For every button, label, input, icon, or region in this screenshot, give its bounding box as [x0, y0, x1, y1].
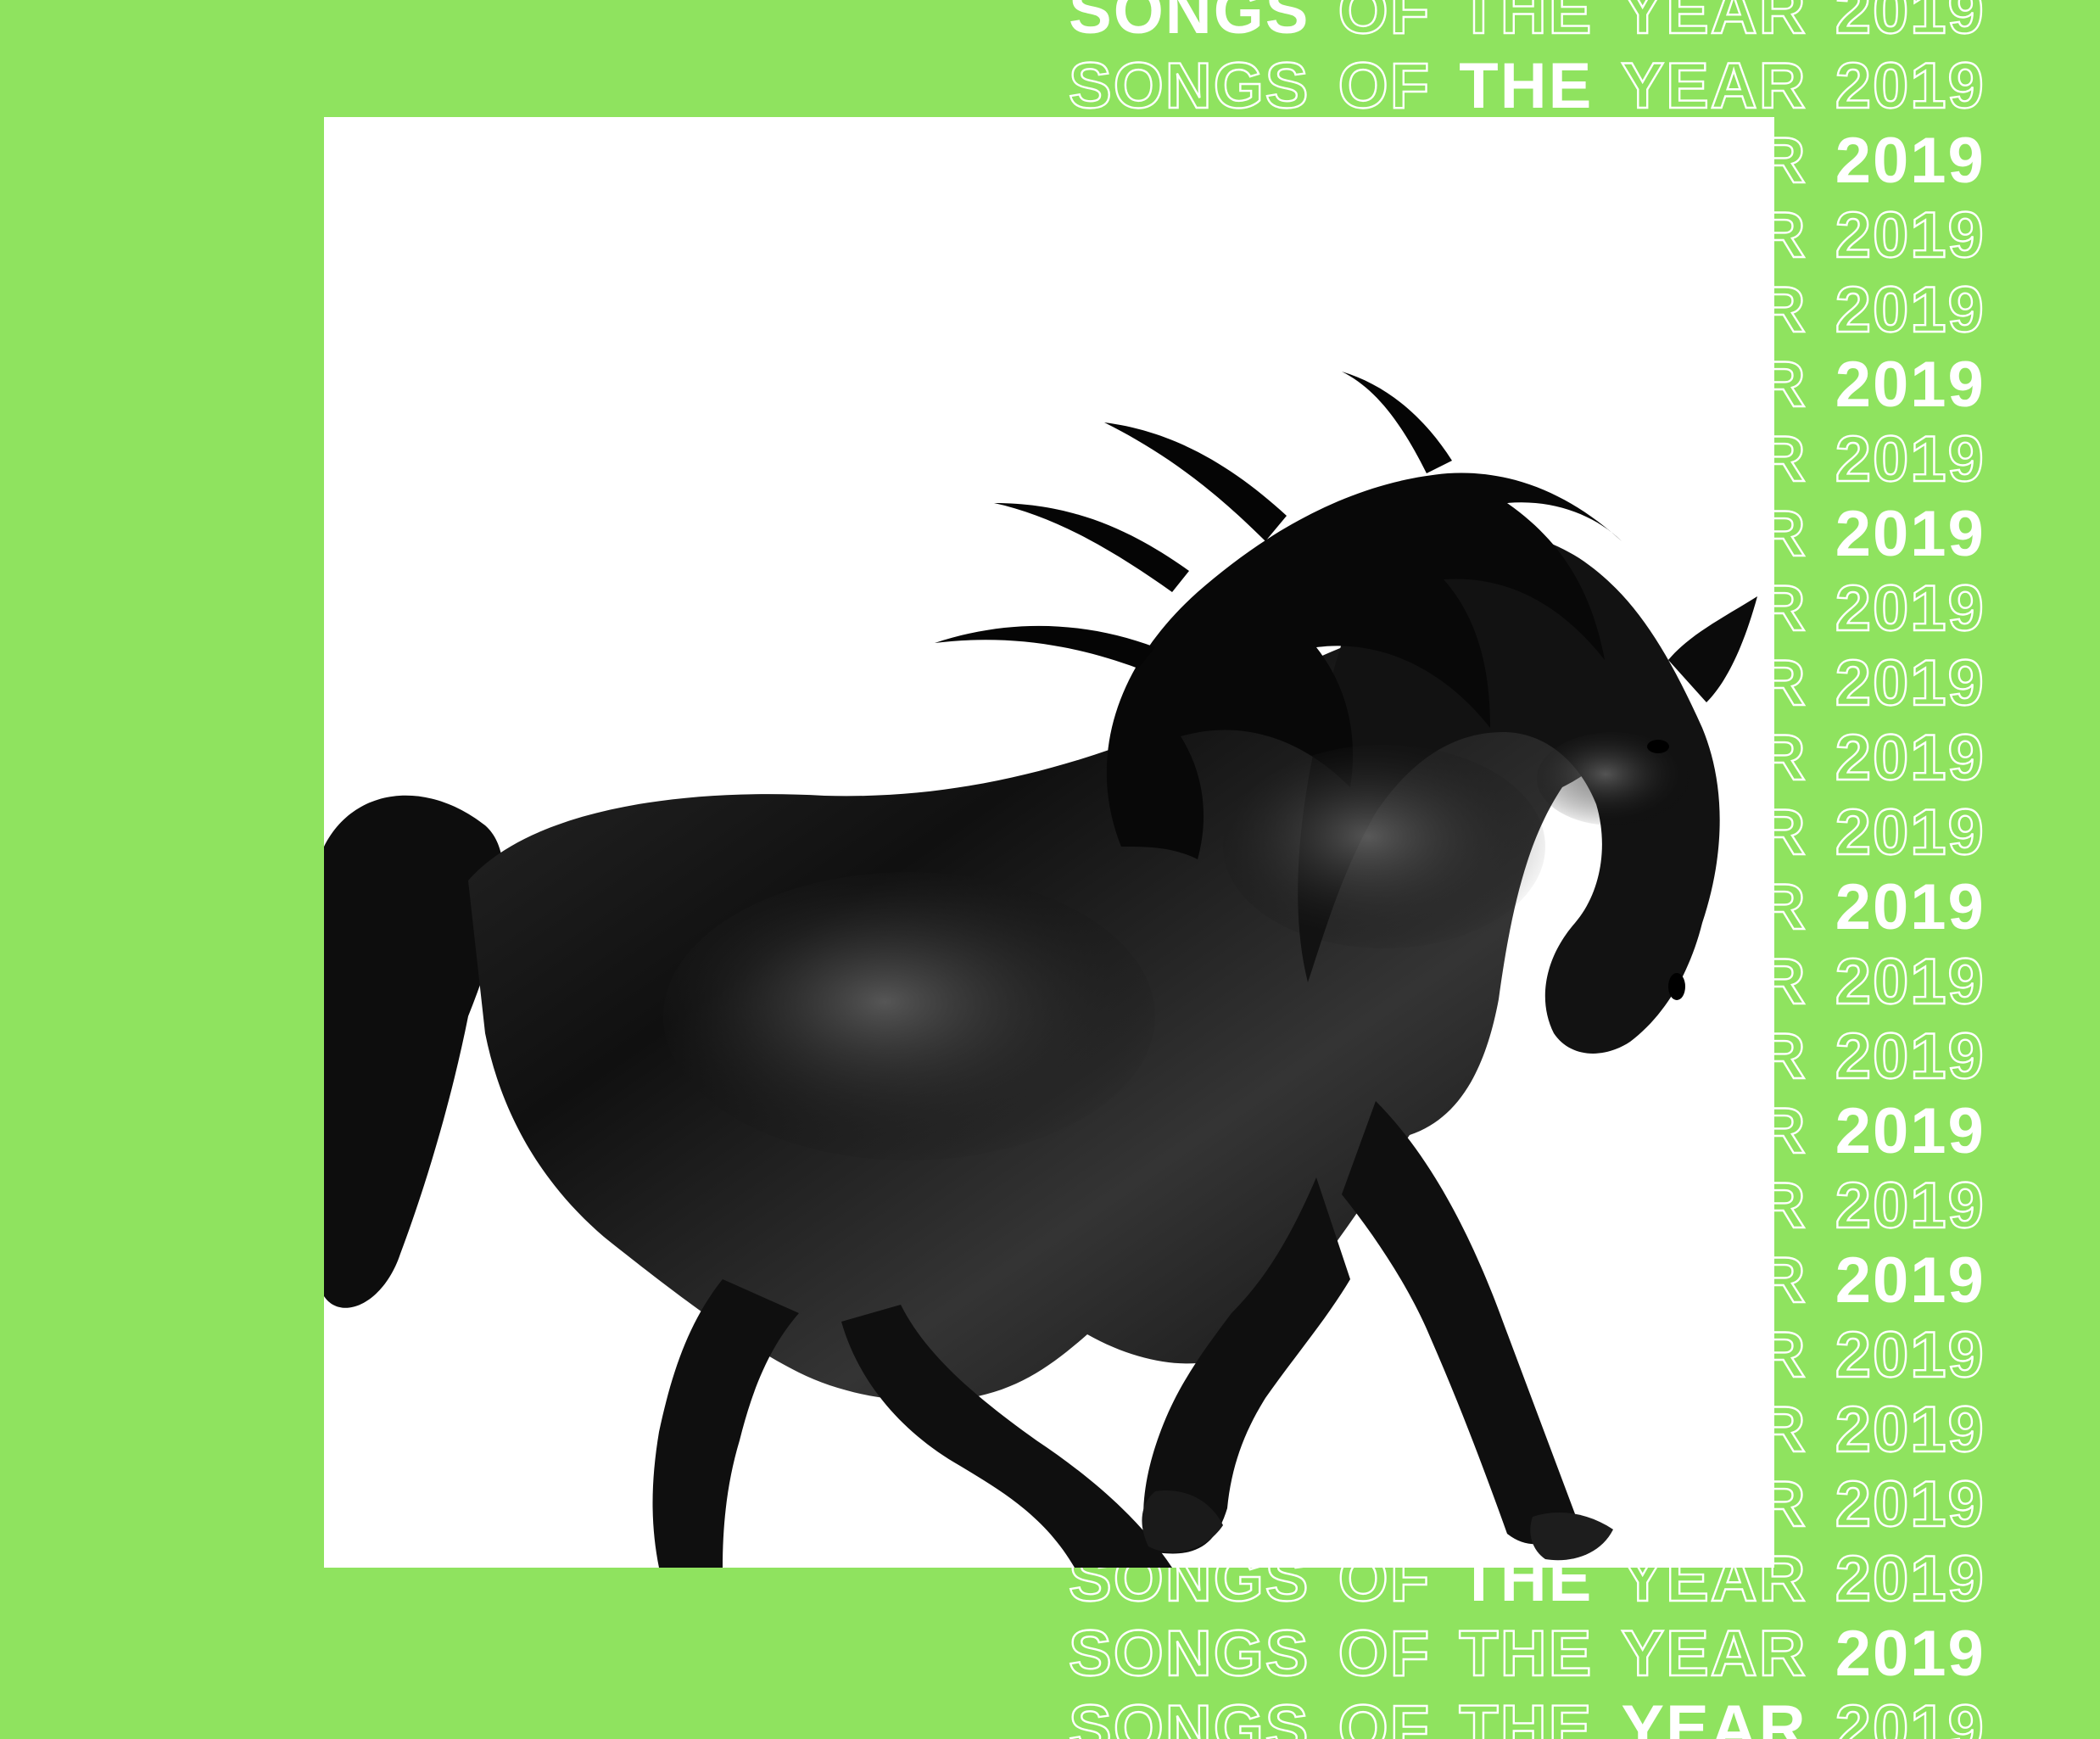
- banner-word: THE: [1459, 50, 1594, 122]
- banner-word: THE: [1458, 1617, 1594, 1691]
- banner-row: SONGS OF THE YEAR 2019: [1069, 1617, 2036, 1691]
- banner-word: 2019: [1835, 125, 1986, 197]
- banner-word: 2019: [1835, 721, 1986, 795]
- banner-row: SONGS OF THE YEAR 2019: [1069, 1691, 2036, 1739]
- banner-word: 2019: [1835, 1393, 1986, 1467]
- banner-word: 2019: [1835, 49, 1986, 123]
- banner-word: YEAR: [1621, 1692, 1807, 1739]
- banner-word: 2019: [1835, 422, 1986, 496]
- banner-word: 2019: [1835, 1244, 1986, 1317]
- banner-word: 2019: [1835, 1542, 1986, 1616]
- mane-strand: [1342, 372, 1452, 473]
- banner-word: 2019: [1835, 273, 1986, 347]
- banner-word: SONGS: [1069, 0, 1310, 48]
- banner-word: 2019: [1835, 1468, 1986, 1541]
- banner-word: THE: [1458, 1691, 1594, 1739]
- horse-highlight: [663, 872, 1155, 1160]
- banner-word: SONGS: [1069, 1691, 1310, 1739]
- mane-strand: [994, 503, 1189, 592]
- banner-word: YEAR: [1620, 0, 1807, 48]
- banner-word: 2019: [1835, 1691, 1986, 1739]
- mane-strand: [935, 625, 1155, 668]
- banner-word: OF: [1337, 49, 1432, 123]
- banner-word: 2019: [1835, 945, 1986, 1019]
- banner-word: YEAR: [1620, 1617, 1807, 1691]
- banner-word: OF: [1337, 1617, 1432, 1691]
- banner-word: SONGS: [1069, 1617, 1310, 1691]
- banner-word: 2019: [1835, 498, 1986, 570]
- horse-hind-leg: [652, 1279, 799, 1568]
- horse-front-leg: [1342, 1101, 1579, 1545]
- banner-word: 2019: [1835, 1618, 1986, 1690]
- banner-word: 2019: [1835, 1169, 1986, 1243]
- horse-highlight: [1223, 745, 1545, 948]
- banner-word: SONGS: [1069, 49, 1310, 123]
- banner-word: 2019: [1835, 349, 1986, 421]
- horse-eye: [1647, 740, 1669, 753]
- mane-strand: [1104, 422, 1287, 541]
- banner-word: 2019: [1835, 1020, 1986, 1093]
- banner-word: 2019: [1835, 796, 1986, 870]
- banner-word: OF: [1337, 0, 1432, 48]
- banner-word: 2019: [1835, 572, 1986, 646]
- banner-word: THE: [1458, 0, 1594, 48]
- banner-word: 2019: [1835, 1318, 1986, 1392]
- banner-word: 2019: [1835, 0, 1986, 48]
- horse-hoof: [1530, 1513, 1613, 1561]
- banner-word: 2019: [1835, 1095, 1986, 1167]
- banner-word: 2019: [1835, 199, 1986, 272]
- horse-image: [324, 372, 1757, 1568]
- banner-word: OF: [1337, 1691, 1432, 1739]
- banner-word: YEAR: [1620, 49, 1807, 123]
- banner-word: 2019: [1835, 871, 1986, 943]
- album-art: [324, 117, 1774, 1568]
- banner-word: 2019: [1835, 646, 1986, 720]
- banner-row: SONGS OF THE YEAR 2019: [1069, 49, 2036, 124]
- horse-nostril: [1668, 973, 1685, 1000]
- banner-row: SONGS OF THE YEAR 2019: [1069, 0, 2036, 49]
